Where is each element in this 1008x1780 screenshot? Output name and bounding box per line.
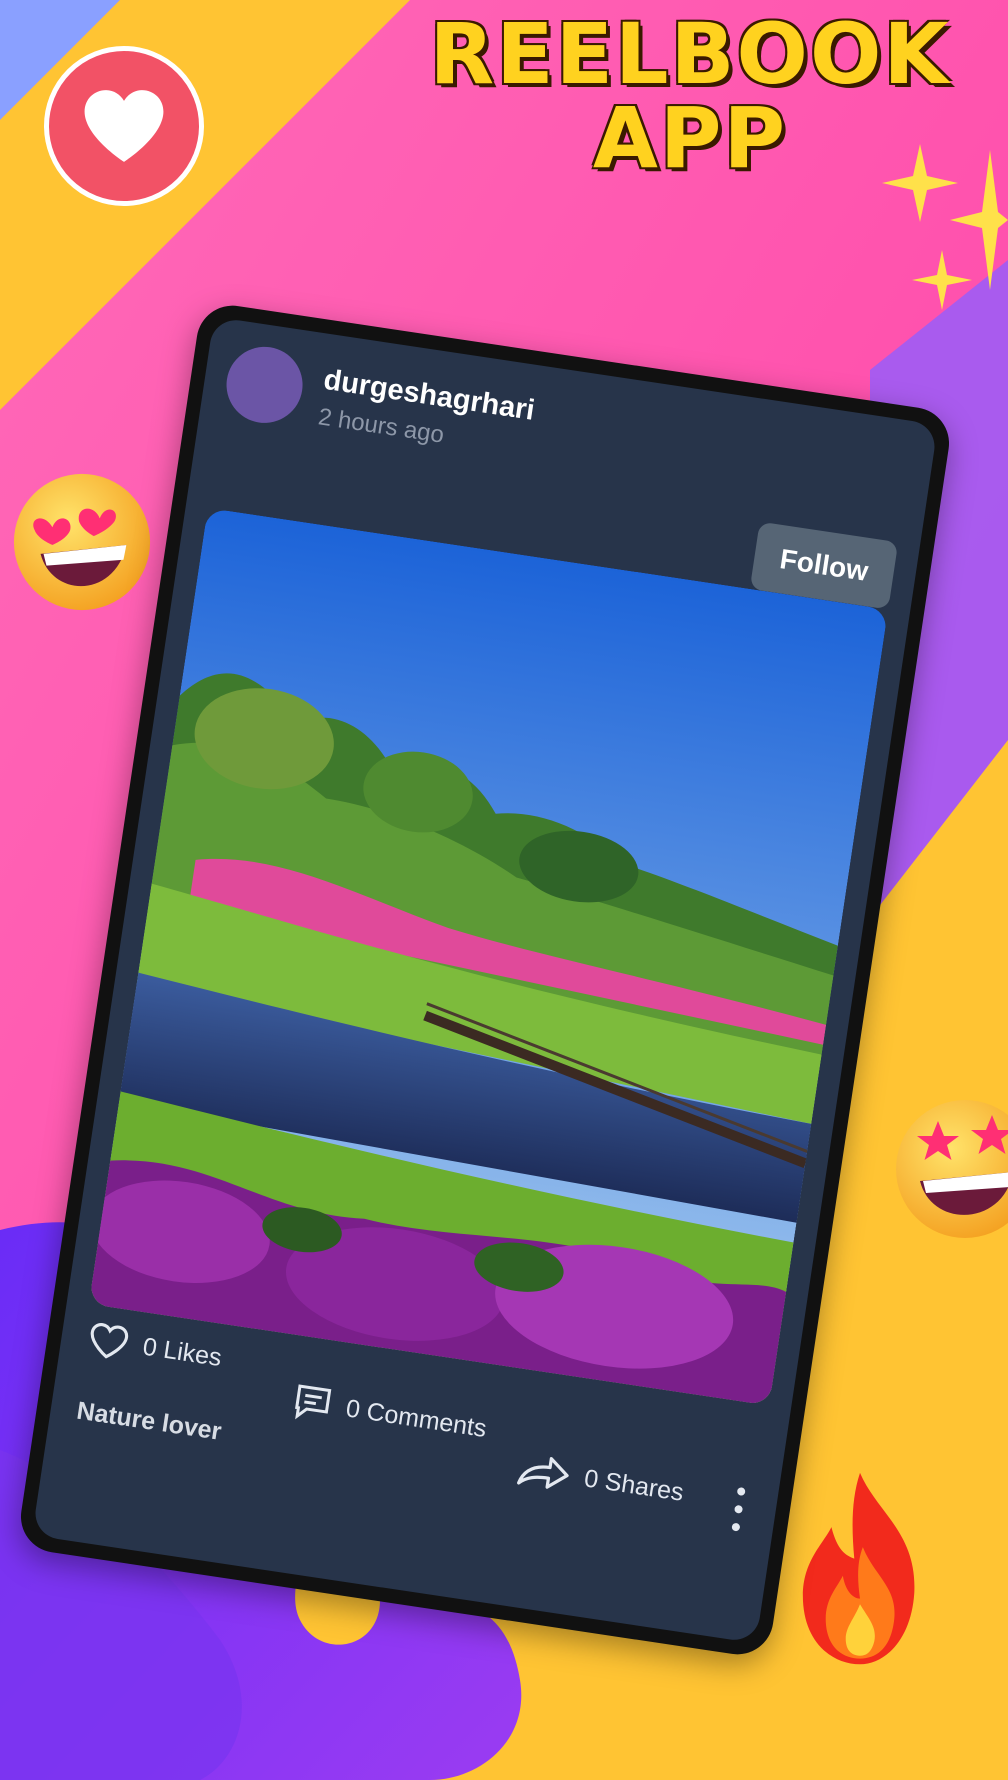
- avatar[interactable]: [221, 341, 308, 429]
- star-eyes-emoji: [896, 1100, 1008, 1238]
- sparkles-icon: [882, 144, 1008, 310]
- like-button[interactable]: 0 Likes: [85, 1319, 224, 1377]
- likes-count: 0 Likes: [141, 1332, 224, 1372]
- shares-count: 0 Shares: [582, 1463, 686, 1507]
- heart-icon: [84, 90, 164, 162]
- comment-icon: [295, 1384, 332, 1420]
- share-button[interactable]: 0 Shares: [515, 1450, 687, 1510]
- heart-eyes-emoji: [13, 473, 151, 611]
- app-title-line1: REELBOOK: [429, 5, 951, 103]
- post-caption: Nature lover: [74, 1396, 224, 1446]
- comments-count: 0 Comments: [344, 1393, 489, 1443]
- share-arrow-icon: [517, 1457, 569, 1489]
- more-options-icon[interactable]: [728, 1486, 748, 1532]
- heart-badge: [44, 46, 204, 206]
- fire-icon: [802, 1472, 915, 1665]
- heart-outline-icon: [90, 1323, 129, 1359]
- landscape-photo: [88, 507, 889, 1406]
- post-image[interactable]: [88, 507, 889, 1406]
- comment-button[interactable]: 0 Comments: [290, 1380, 489, 1448]
